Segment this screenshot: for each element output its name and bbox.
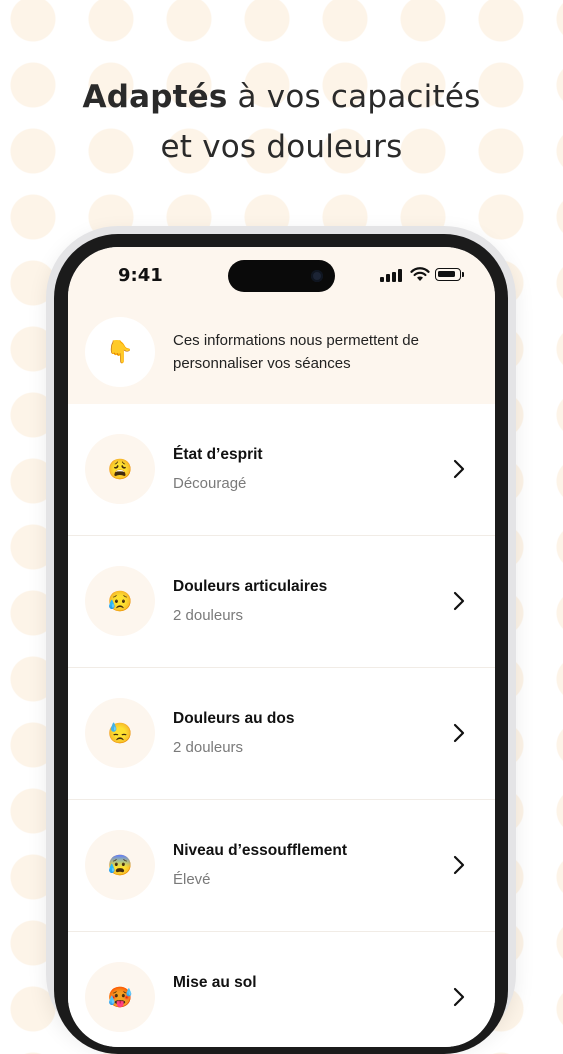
downcast-sweat-face-icon: 😓 xyxy=(85,698,155,768)
status-bar: 9:41 xyxy=(68,247,495,307)
anxious-sweat-face-icon: 😰 xyxy=(85,830,155,900)
chevron-right-icon xyxy=(453,591,465,611)
item-title: Niveau d’essoufflement xyxy=(173,842,347,859)
hot-face-icon: 🥵 xyxy=(85,962,155,1032)
phone-screen: 9:41 👇 Ces informations nous permettent … xyxy=(68,247,495,1047)
chevron-right-icon xyxy=(453,987,465,1007)
dynamic-island xyxy=(228,260,335,292)
chevron-right-icon xyxy=(453,723,465,743)
item-title: État d’esprit xyxy=(173,446,263,463)
item-subtitle: Élevé xyxy=(173,871,211,888)
list-item-essoufflement[interactable]: 😰 Niveau d’essoufflement Élevé xyxy=(68,800,495,932)
headline-bold: Adaptés xyxy=(82,79,228,115)
info-text: Ces informations nous permettent de pers… xyxy=(173,332,419,372)
list-item-etat-esprit[interactable]: 😩 État d’esprit Découragé xyxy=(68,404,495,536)
battery-icon xyxy=(435,268,464,281)
list-item-douleurs-dos[interactable]: 😓 Douleurs au dos 2 douleurs xyxy=(68,668,495,800)
info-banner: 👇 Ces informations nous permettent de pe… xyxy=(68,307,495,404)
list-item-mise-au-sol[interactable]: 🥵 Mise au sol xyxy=(68,932,495,1047)
sad-sweat-face-icon: 😥 xyxy=(85,566,155,636)
weary-face-icon: 😩 xyxy=(85,434,155,504)
pointing-down-hand-icon: 👇 xyxy=(85,317,155,387)
headline-line-1: Adaptés à vos capacités xyxy=(0,72,563,122)
item-title: Douleurs au dos xyxy=(173,710,295,727)
item-title: Douleurs articulaires xyxy=(173,578,328,595)
headline-line-2: et vos douleurs xyxy=(160,129,403,165)
camera-icon xyxy=(311,270,323,282)
chevron-right-icon xyxy=(453,855,465,875)
item-subtitle: Découragé xyxy=(173,475,247,492)
chevron-right-icon xyxy=(453,459,465,479)
headline: Adaptés à vos capacités et vos douleurs xyxy=(0,72,563,172)
item-title: Mise au sol xyxy=(173,974,257,991)
item-subtitle: 2 douleurs xyxy=(173,739,244,756)
settings-list: 😩 État d’esprit Découragé 😥 Douleurs art… xyxy=(68,404,495,1047)
item-subtitle: 2 douleurs xyxy=(173,607,244,624)
headline-rest: à vos capacités xyxy=(227,79,481,115)
list-item-douleurs-articulaires[interactable]: 😥 Douleurs articulaires 2 douleurs xyxy=(68,536,495,668)
wifi-icon xyxy=(410,267,430,281)
status-time: 9:41 xyxy=(118,265,163,286)
cellular-signal-icon xyxy=(380,269,402,282)
